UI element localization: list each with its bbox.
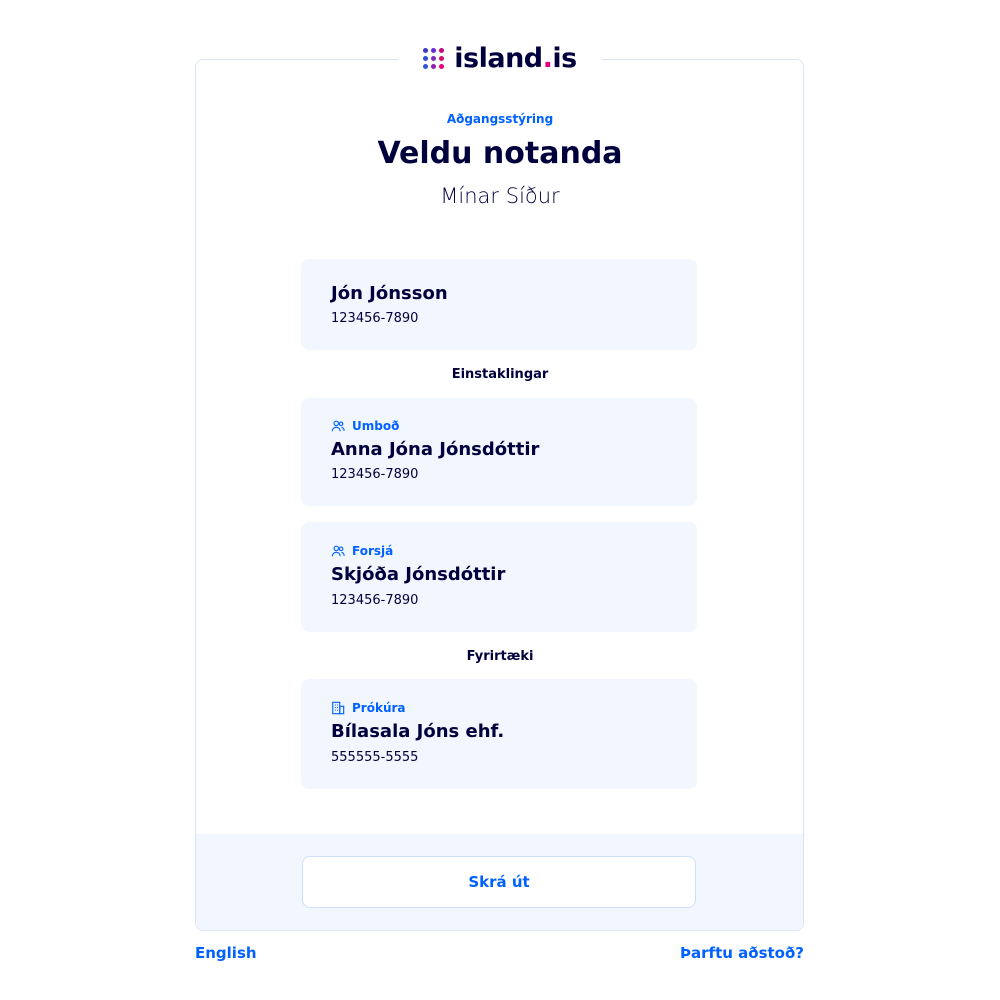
building-icon: [332, 701, 345, 715]
users-icon: [331, 420, 345, 432]
page-subtitle: Mínar Síður: [440, 184, 560, 208]
logo-dots-icon: [423, 47, 445, 69]
delegation-card[interactable]: Umboð Anna Jóna Jónsdóttir 123456-7890: [301, 398, 697, 506]
user-nid: 123456-7890: [331, 311, 419, 326]
delegation-tag-label: Umboð: [352, 419, 400, 433]
delegation-nid: 555555-5555: [331, 750, 419, 765]
island-logo: island.is: [398, 38, 602, 78]
user-name: Jón Jónsson: [331, 283, 448, 304]
delegation-tag: Prókúra: [331, 701, 406, 715]
delegation-tag-label: Prókúra: [352, 701, 406, 715]
delegation-tag: Umboð: [331, 419, 399, 433]
delegation-tag: Forsjá: [331, 544, 393, 558]
page-title: Veldu notanda: [377, 136, 623, 171]
delegation-name: Bílasala Jóns ehf.: [331, 721, 505, 742]
section-label-companies: Fyrirtæki: [466, 649, 534, 664]
delegation-nid: 123456-7890: [331, 467, 419, 482]
delegation-card[interactable]: Forsjá Skjóða Jónsdóttir 123456-7890: [301, 522, 697, 632]
logo-text: island.is: [454, 42, 577, 74]
help-link[interactable]: Þarftu aðstoð?: [680, 944, 804, 962]
section-label-individuals: Einstaklingar: [451, 367, 549, 382]
page-eyebrow: Aðgangsstýring: [446, 112, 554, 126]
logout-button[interactable]: Skrá út: [302, 856, 696, 908]
users-icon: [331, 545, 345, 557]
language-link[interactable]: English: [195, 944, 257, 962]
delegation-tag-label: Forsjá: [352, 544, 394, 558]
current-user-card[interactable]: Jón Jónsson 123456-7890: [301, 259, 697, 350]
delegation-card[interactable]: Prókúra Bílasala Jóns ehf. 555555-5555: [301, 679, 697, 789]
delegation-nid: 123456-7890: [331, 593, 419, 608]
delegation-name: Anna Jóna Jónsdóttir: [331, 439, 540, 460]
delegation-name: Skjóða Jónsdóttir: [331, 564, 506, 585]
